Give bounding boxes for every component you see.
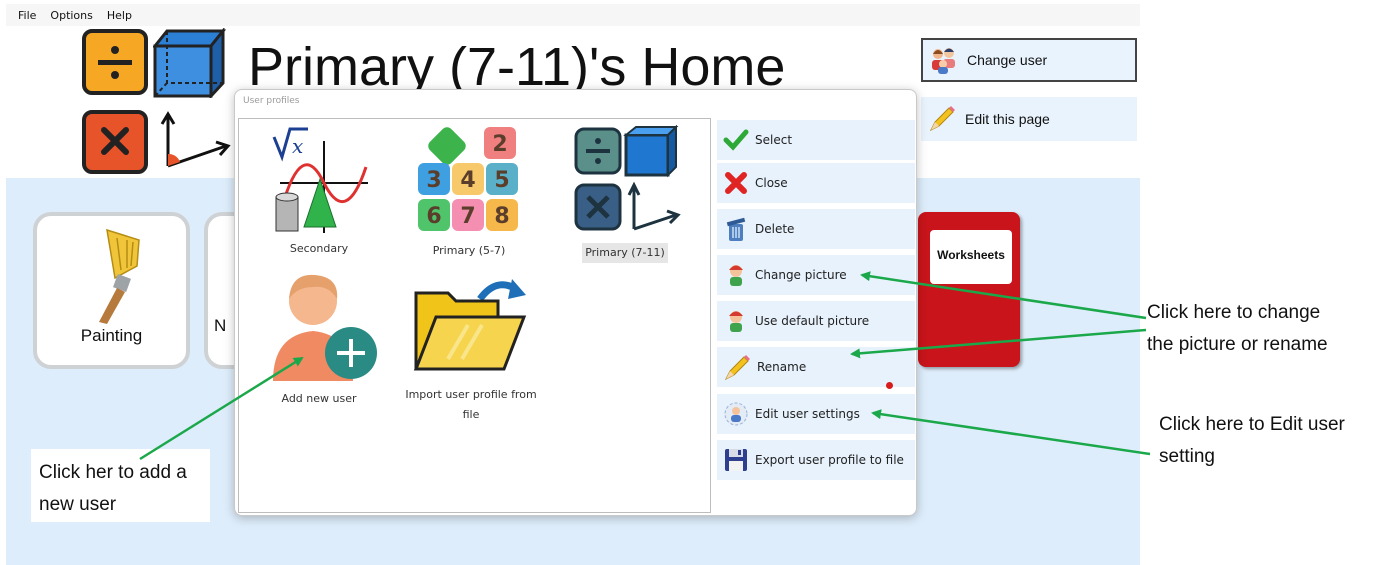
arrow-to-edit-settings bbox=[871, 409, 1151, 456]
annotation-arrows bbox=[139, 271, 1151, 461]
application-window: File Options Help Primary (7-11)'s Home bbox=[0, 0, 1386, 565]
arrow-to-change-picture bbox=[860, 271, 1147, 320]
arrow-to-add-user bbox=[139, 356, 304, 461]
arrow-to-rename bbox=[850, 328, 1147, 359]
